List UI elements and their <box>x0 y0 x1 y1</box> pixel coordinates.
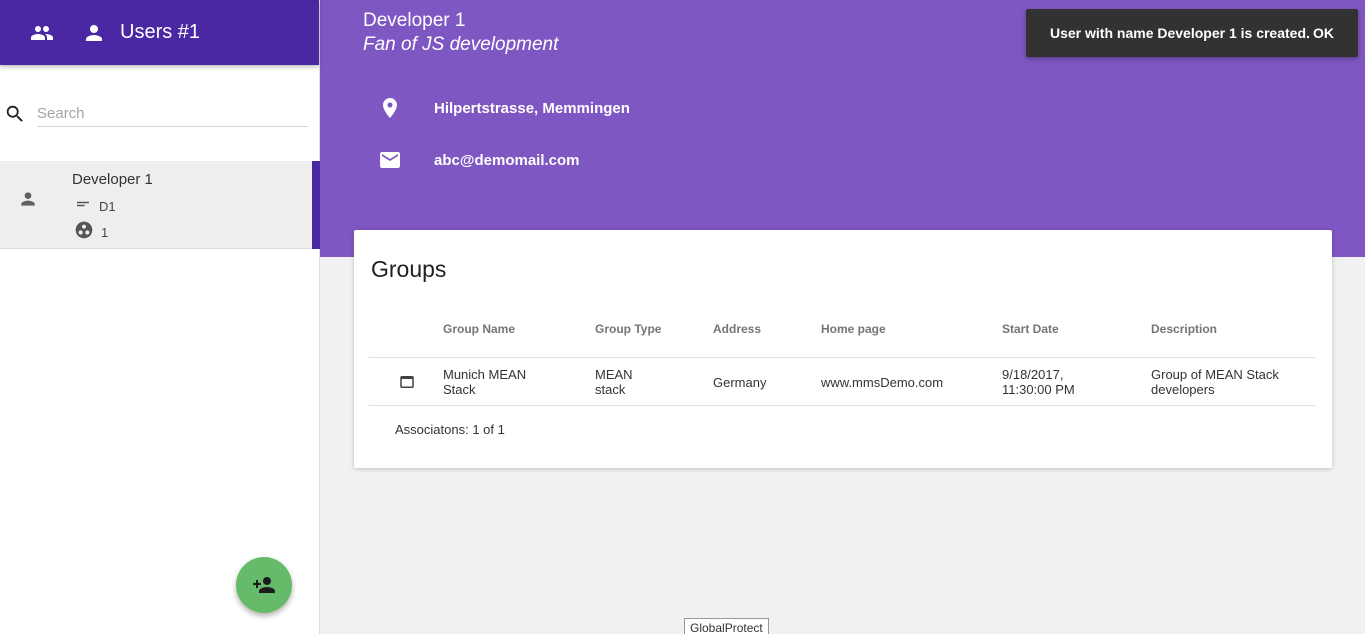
cell-group-type: MEAN stack <box>595 367 633 397</box>
user-group-count: 1 <box>101 225 109 240</box>
table-divider <box>369 357 1315 358</box>
user-address: Hilpertstrasse, Memmingen <box>434 99 630 117</box>
mail-icon <box>378 148 402 172</box>
group-work-icon <box>74 220 94 245</box>
person-add-icon <box>252 573 276 597</box>
column-header-group-name[interactable]: Group Name <box>443 322 515 336</box>
person-icon[interactable] <box>82 21 106 45</box>
snackbar-message: User with name Developer 1 is created. <box>1050 25 1310 41</box>
snackbar: User with name Developer 1 is created. O… <box>1026 9 1358 57</box>
selected-indicator <box>312 161 320 249</box>
user-short-name: D1 <box>99 199 116 214</box>
cell-address: Germany <box>713 375 767 390</box>
user-list-item[interactable]: Developer 1 D1 1 <box>0 161 320 249</box>
user-name: Developer 1 <box>72 171 153 188</box>
globalprotect-tag[interactable]: GlobalProtect <box>684 618 769 634</box>
user-email: abc@demomail.com <box>434 151 580 169</box>
header-title: Users #1 <box>120 21 201 43</box>
associations-count: Associatons: 1 of 1 <box>395 422 505 437</box>
sidebar: Users #1 Developer 1 D1 1 <box>0 0 320 634</box>
column-header-home-page[interactable]: Home page <box>821 322 886 336</box>
table-divider <box>369 405 1315 406</box>
groups-card: Groups Group Name Group Type Address Hom… <box>354 230 1332 468</box>
groups-title: Groups <box>371 256 447 282</box>
short-text-icon <box>74 195 92 218</box>
search-input[interactable] <box>37 101 308 127</box>
web-asset-icon[interactable] <box>397 373 417 391</box>
user-short-name-row: D1 <box>74 195 116 218</box>
cell-start-date: 9/18/2017, 11:30:00 PM <box>1002 367 1075 397</box>
snackbar-ok-button[interactable]: OK <box>1313 25 1334 41</box>
location-pin-icon <box>378 96 402 120</box>
cell-description: Group of MEAN Stack developers <box>1151 367 1279 397</box>
user-group-count-row: 1 <box>74 220 108 245</box>
search-icon <box>4 103 26 125</box>
sidebar-header: Users #1 <box>0 0 319 65</box>
user-detail-name: Developer 1 <box>363 10 466 31</box>
cell-group-name: Munich MEAN Stack <box>443 367 527 397</box>
column-header-description[interactable]: Description <box>1151 322 1217 336</box>
search-bar <box>0 100 320 128</box>
person-icon <box>18 189 38 209</box>
column-header-group-type[interactable]: Group Type <box>595 322 661 336</box>
address-row: Hilpertstrasse, Memmingen <box>378 96 630 120</box>
column-header-address[interactable]: Address <box>713 322 761 336</box>
user-detail-tagline: Fan of JS development <box>363 34 559 55</box>
column-header-start-date[interactable]: Start Date <box>1002 322 1059 336</box>
cell-home-page: www.mmsDemo.com <box>821 375 944 390</box>
add-user-button[interactable] <box>236 557 292 613</box>
email-row: abc@demomail.com <box>378 148 580 172</box>
group-icon[interactable] <box>30 21 54 45</box>
